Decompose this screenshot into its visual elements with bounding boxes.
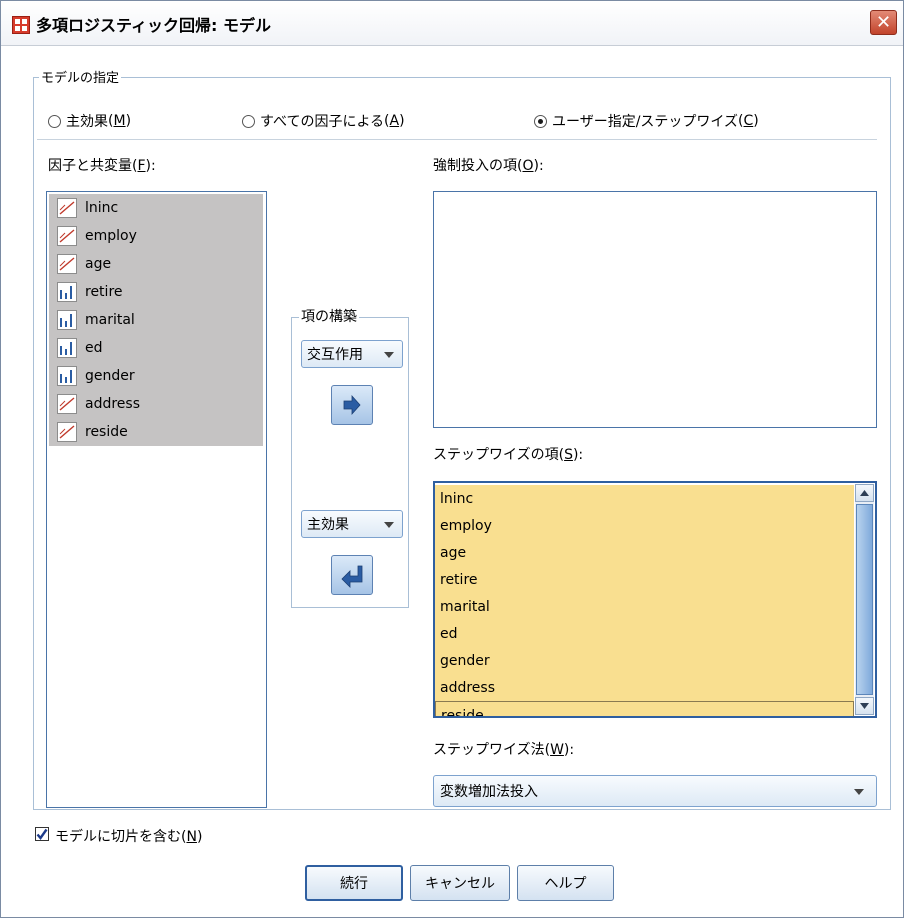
factor-item[interactable]: employ — [49, 222, 263, 250]
title-bar[interactable]: 多項ロジスティック回帰: モデル ✕ — [1, 1, 903, 46]
stepwise-item[interactable]: age — [435, 539, 854, 566]
model-spec-legend: モデルの指定 — [39, 67, 122, 86]
stepwise-item[interactable]: employ — [435, 512, 854, 539]
stepwise-item[interactable]: ed — [435, 620, 854, 647]
intercept-checkbox[interactable] — [35, 827, 49, 841]
divider — [37, 139, 877, 140]
arrow-right-icon — [343, 394, 361, 416]
help-button[interactable]: ヘルプ — [517, 865, 614, 901]
factors-listbox[interactable]: lninc employ age retire marital ed gender addre… — [46, 191, 267, 808]
scroll-down-icon — [860, 703, 869, 709]
radio-full-factorial[interactable]: すべての因子による (A) — [242, 111, 405, 131]
stepwise-item[interactable]: reside — [435, 701, 854, 716]
factor-item[interactable]: address — [49, 390, 263, 418]
factor-name: lninc — [85, 200, 119, 216]
nominal-icon — [57, 310, 77, 330]
factor-name: address — [85, 396, 141, 412]
stepwise-item[interactable]: retire — [435, 566, 854, 593]
factor-item[interactable]: reside — [49, 418, 263, 446]
stepwise-terms-label: ステップワイズの項(S): — [433, 447, 584, 463]
factor-item[interactable]: ed — [49, 334, 263, 362]
scroll-up-icon — [860, 490, 869, 496]
factor-item[interactable]: gender — [49, 362, 263, 390]
stepwise-item[interactable]: lninc — [435, 485, 854, 512]
scroll-thumb[interactable] — [856, 504, 873, 695]
factor-list: lninc employ age retire marital ed gender addre… — [49, 194, 263, 446]
stepwise-items: lninc employ age retire marital ed gender addre… — [435, 485, 854, 716]
factor-name: employ — [85, 228, 137, 244]
checkmark-icon — [36, 828, 48, 840]
window-title: 多項ロジスティック回帰: モデル — [36, 16, 272, 35]
factor-name: ed — [85, 340, 103, 356]
stepwise-item[interactable]: gender — [435, 647, 854, 674]
stepwise-method-select[interactable]: 変数増加法投入 — [433, 775, 877, 807]
factor-name: age — [85, 256, 112, 272]
factor-item[interactable]: age — [49, 250, 263, 278]
factor-name: reside — [85, 424, 128, 440]
factor-item[interactable]: lninc — [49, 194, 263, 222]
factors-label: 因子と共変量(F): — [48, 158, 156, 174]
interaction-type-select[interactable]: 交互作用 — [301, 340, 403, 368]
radio-button[interactable] — [242, 114, 255, 128]
build-terms-legend: 項の構築 — [299, 306, 359, 326]
radio-custom-stepwise[interactable]: ユーザー指定/ステップワイズ (C) — [534, 111, 759, 131]
nominal-icon — [57, 366, 77, 386]
scale-icon — [57, 198, 77, 218]
factor-item[interactable]: marital — [49, 306, 263, 334]
arrow-return-icon — [341, 565, 363, 588]
close-button[interactable]: ✕ — [870, 10, 897, 35]
stepwise-terms-listbox[interactable]: lninc employ age retire marital ed gender addre… — [433, 481, 877, 718]
dropdown-arrow-icon — [384, 352, 394, 358]
radio-main-effects[interactable]: 主効果 (M) — [48, 111, 131, 131]
dropdown-arrow-icon — [854, 789, 864, 795]
scroll-down-button[interactable] — [855, 697, 874, 715]
scale-icon — [57, 254, 77, 274]
nominal-icon — [57, 282, 77, 302]
scale-icon — [57, 226, 77, 246]
table-icon — [12, 16, 30, 34]
factor-item[interactable]: retire — [49, 278, 263, 306]
close-icon: ✕ — [875, 12, 892, 33]
scroll-up-button[interactable] — [855, 484, 874, 502]
forced-terms-label: 強制投入の項(O): — [433, 158, 544, 174]
main-effects-type-select[interactable]: 主効果 — [301, 510, 403, 538]
stepwise-item[interactable]: marital — [435, 593, 854, 620]
factor-name: marital — [85, 312, 135, 328]
radio-button[interactable] — [48, 114, 61, 128]
scale-icon — [57, 394, 77, 414]
continue-button[interactable]: 続行 — [305, 865, 403, 901]
radio-button-selected[interactable] — [534, 114, 547, 128]
vertical-scrollbar[interactable] — [855, 484, 874, 715]
nominal-icon — [57, 338, 77, 358]
move-to-forced-button[interactable] — [331, 385, 373, 425]
move-to-stepwise-button[interactable] — [331, 555, 373, 595]
factor-name: retire — [85, 284, 123, 300]
stepwise-method-label: ステップワイズ法(W): — [433, 742, 575, 758]
cancel-button[interactable]: キャンセル — [410, 865, 510, 901]
scale-icon — [57, 422, 77, 442]
dropdown-arrow-icon — [384, 522, 394, 528]
factor-name: gender — [85, 368, 135, 384]
intercept-label[interactable]: モデルに切片を含む(N) — [55, 826, 202, 846]
stepwise-item[interactable]: address — [435, 674, 854, 701]
dialog-window: 多項ロジスティック回帰: モデル ✕ モデルの指定 主効果 (M) すべての因子に… — [0, 0, 904, 918]
forced-terms-listbox[interactable] — [433, 191, 877, 428]
